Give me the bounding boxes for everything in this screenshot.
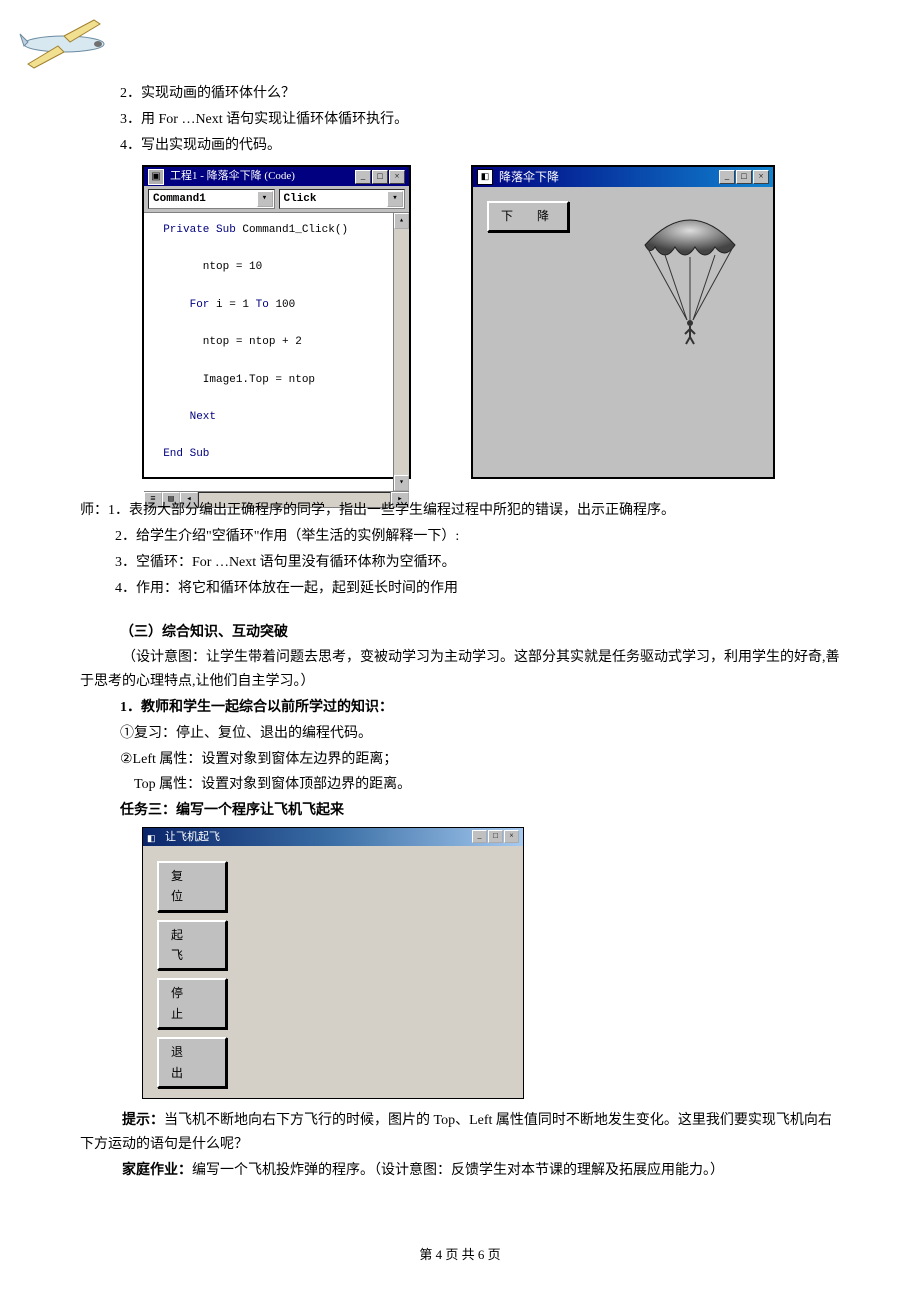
intro-line: 3．用 For …Next 语句实现让循环体循环执行。 bbox=[120, 108, 840, 132]
page: 2．实现动画的循环体什么？ 3．用 For …Next 语句实现让循环体循环执行… bbox=[0, 0, 920, 1302]
plane-body: 复 位 起 飞 停 止 退 出 bbox=[143, 846, 523, 1098]
close-button[interactable]: × bbox=[389, 170, 405, 184]
event-dropdown-value: Click bbox=[284, 190, 317, 209]
parachute-form-window: ◧ 降落伞下降 _ □ × 下 降 bbox=[471, 165, 775, 479]
sub1-line: Top 属性：设置对象到窗体顶部边界的距离。 bbox=[120, 773, 840, 797]
plane-area bbox=[235, 846, 523, 1098]
intro-line: 2．实现动画的循环体什么？ bbox=[120, 82, 840, 106]
sub1-heading: 1．教师和学生一起综合以前所学过的知识： bbox=[120, 696, 840, 720]
stop-button[interactable]: 停 止 bbox=[157, 978, 227, 1029]
section-3-heading: （三）综合知识、互动突破 bbox=[120, 621, 840, 645]
form-icon: ◧ bbox=[147, 831, 159, 843]
reset-button[interactable]: 复 位 bbox=[157, 861, 227, 912]
plane-titlebar: ◧ 让飞机起飞 _ □ × bbox=[143, 828, 523, 846]
section-3-design: （设计意图：让学生带着问题去思考，变被动学习为主动学习。这部分其实就是任务驱动式… bbox=[80, 646, 840, 694]
teacher-label: 师： bbox=[80, 503, 108, 518]
code-window-titlebar: ▣ 工程1 - 降落伞下降 (Code) _ □ × bbox=[144, 167, 409, 186]
maximize-button[interactable]: □ bbox=[488, 830, 503, 843]
homework-label: 家庭作业： bbox=[122, 1163, 192, 1178]
minimize-button[interactable]: _ bbox=[355, 170, 371, 184]
hint-label: 提示： bbox=[122, 1113, 164, 1128]
vb-code-window: ▣ 工程1 - 降落伞下降 (Code) _ □ × Command1 ▾ Cl… bbox=[142, 165, 411, 479]
code-window-title: 工程1 - 降落伞下降 (Code) bbox=[170, 167, 295, 186]
page-footer: 第 4 页 共 6 页 bbox=[0, 1244, 920, 1266]
hint-para: 提示：当飞机不断地向右下方飞行的时候，图片的 Top、Left 属性值同时不断地… bbox=[80, 1109, 840, 1157]
object-dropdown-value: Command1 bbox=[153, 190, 206, 209]
plane-left-column: 复 位 起 飞 停 止 退 出 bbox=[143, 846, 235, 1098]
event-dropdown[interactable]: Click ▾ bbox=[279, 189, 406, 209]
homework-para: 家庭作业：编写一个飞机投炸弹的程序。（设计意图：反馈学生对本节课的理解及拓展应用… bbox=[80, 1159, 840, 1183]
teacher-line: 师：1．表扬大部分编出正确程序的同学，指出一些学生编程过程中所犯的错误，出示正确… bbox=[80, 499, 840, 523]
homework-text: 编写一个飞机投炸弹的程序。（设计意图：反馈学生对本节课的理解及拓展应用能力。） bbox=[192, 1163, 724, 1178]
parachute-image bbox=[635, 205, 745, 354]
form-icon: ◧ bbox=[477, 169, 493, 185]
exit-button[interactable]: 退 出 bbox=[157, 1037, 227, 1088]
window-icon: ▣ bbox=[148, 169, 164, 185]
close-button[interactable]: × bbox=[504, 830, 519, 843]
teacher-line: 4．作用：将它和循环体放在一起，起到延长时间的作用 bbox=[80, 577, 840, 601]
minimize-button[interactable]: _ bbox=[719, 170, 735, 184]
hint-text: 当飞机不断地向右下方飞行的时候，图片的 Top、Left 属性值同时不断地发生变… bbox=[80, 1113, 832, 1152]
takeoff-button[interactable]: 起 飞 bbox=[157, 920, 227, 971]
task3-heading: 任务三：编写一个程序让飞机飞起来 bbox=[120, 799, 840, 823]
form-title: 降落伞下降 bbox=[499, 167, 559, 187]
scroll-track[interactable] bbox=[394, 229, 409, 475]
form-body: 下 降 bbox=[473, 187, 773, 477]
figure-row-1: ▣ 工程1 - 降落伞下降 (Code) _ □ × Command1 ▾ Cl… bbox=[142, 165, 840, 479]
sub1-line: ②Left 属性：设置对象到窗体左边界的距离； bbox=[120, 748, 840, 772]
code-area: Private Sub Command1_Click() ntop = 10 F… bbox=[144, 213, 409, 491]
minimize-button[interactable]: _ bbox=[472, 830, 487, 843]
vertical-scrollbar[interactable]: ▴ ▾ bbox=[393, 213, 409, 491]
code-dropdowns: Command1 ▾ Click ▾ bbox=[144, 186, 409, 213]
chevron-down-icon[interactable]: ▾ bbox=[257, 191, 273, 207]
plane-title: 让飞机起飞 bbox=[165, 828, 220, 847]
chevron-down-icon[interactable]: ▾ bbox=[387, 191, 403, 207]
form-titlebar: ◧ 降落伞下降 _ □ × bbox=[473, 167, 773, 187]
object-dropdown[interactable]: Command1 ▾ bbox=[148, 189, 275, 209]
scroll-up-button[interactable]: ▴ bbox=[394, 213, 409, 229]
plane-image bbox=[14, 12, 114, 81]
teacher-block: 师：1．表扬大部分编出正确程序的同学，指出一些学生编程过程中所犯的错误，出示正确… bbox=[80, 499, 840, 600]
vb-code[interactable]: Private Sub Command1_Click() ntop = 10 F… bbox=[144, 213, 393, 491]
maximize-button[interactable]: □ bbox=[372, 170, 388, 184]
sub1-line: ①复习：停止、复位、退出的编程代码。 bbox=[120, 722, 840, 746]
teacher-line: 3．空循环：For …Next 语句里没有循环体称为空循环。 bbox=[80, 551, 840, 575]
descend-button[interactable]: 下 降 bbox=[487, 201, 569, 231]
maximize-button[interactable]: □ bbox=[736, 170, 752, 184]
plane-form-window: ◧ 让飞机起飞 _ □ × bbox=[142, 827, 524, 1099]
main-content: 2．实现动画的循环体什么？ 3．用 For …Next 语句实现让循环体循环执行… bbox=[120, 82, 840, 1182]
close-button[interactable]: × bbox=[753, 170, 769, 184]
intro-line: 4．写出实现动画的代码。 bbox=[120, 134, 840, 158]
teacher-line: 2．给学生介绍"空循环"作用（举生活的实例解释一下）: bbox=[80, 525, 840, 549]
scroll-down-button[interactable]: ▾ bbox=[394, 475, 409, 491]
